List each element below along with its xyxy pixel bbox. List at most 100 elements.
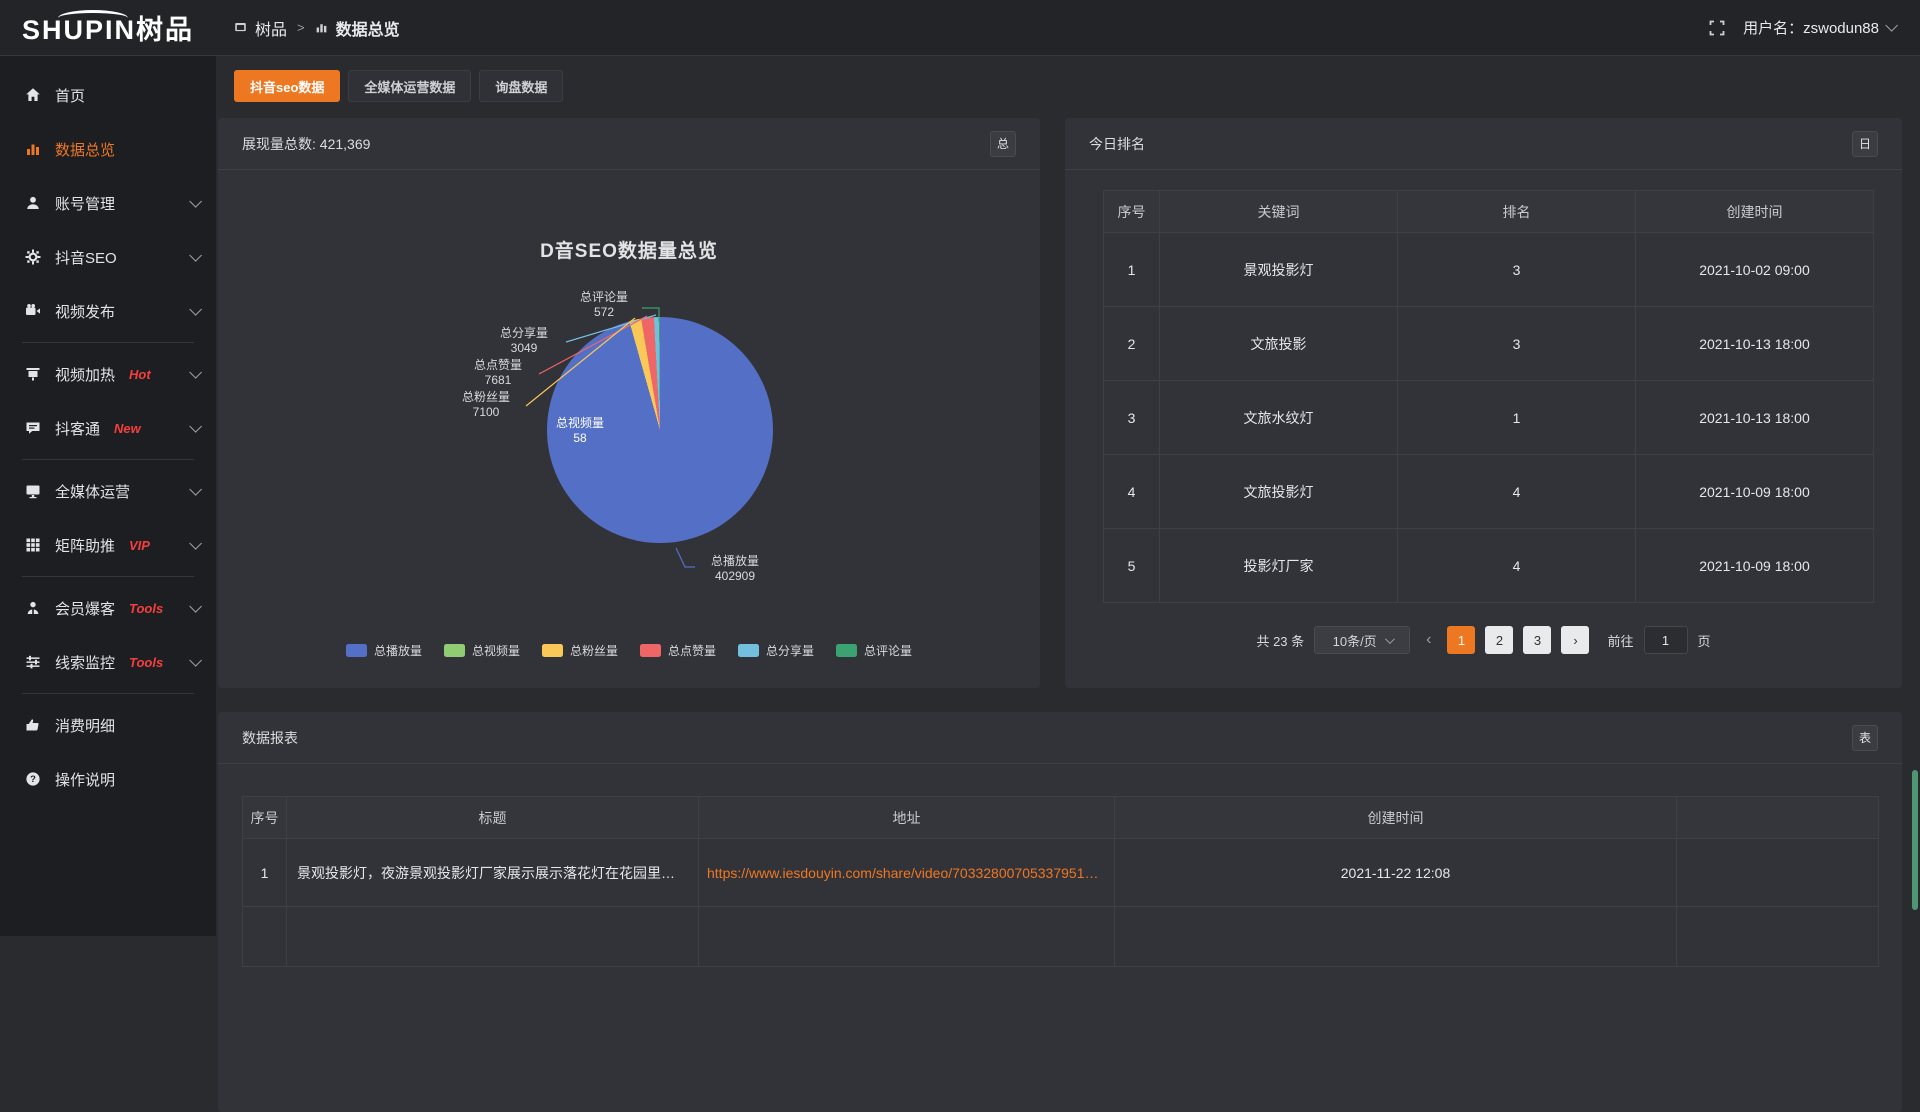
sliders-icon	[24, 654, 41, 670]
sidebar-item-label: 抖客通	[55, 418, 100, 439]
page-button-3[interactable]: 3	[1523, 626, 1551, 654]
pagination: 共 23 条 10条/页 ‹ 1 2 3 › 前往 页	[1065, 626, 1902, 654]
sidebar-item-data-overview[interactable]: 数据总览	[0, 122, 216, 176]
sidebar-item-home[interactable]: 首页	[0, 68, 216, 122]
user-icon	[24, 195, 41, 211]
table-row[interactable]: 4文旅投影灯 42021-10-09 18:00	[1104, 455, 1874, 529]
page-button-1[interactable]: 1	[1447, 626, 1475, 654]
col-keyword: 关键词	[1160, 191, 1398, 233]
col-created: 创建时间	[1636, 191, 1874, 233]
table-row[interactable]: 1 景观投影灯，夜游景观投影灯厂家展示展示落花灯在花园里的灯光投影应用效果 # …	[243, 839, 1879, 907]
sidebar-item-doukuotong[interactable]: 抖客通 New	[0, 401, 216, 455]
question-icon: ?	[24, 771, 41, 787]
sidebar-item-label: 首页	[55, 85, 85, 106]
hot-tag: Hot	[129, 367, 151, 382]
pie-label-likes: 总点赞量7681	[458, 358, 538, 388]
chevron-down-icon	[189, 195, 202, 208]
legend-item-plays[interactable]: 总播放量	[346, 642, 422, 659]
legend-item-videos[interactable]: 总视频量	[444, 642, 520, 659]
report-panel-header: 数据报表 表	[218, 712, 1902, 764]
sidebar-item-help[interactable]: ? 操作说明	[0, 752, 216, 806]
report-title-cell: 景观投影灯，夜游景观投影灯厂家展示展示落花灯在花园里的灯光投影应用效果 #	[287, 839, 699, 907]
sidebar-item-video-heat[interactable]: 视频加热 Hot	[0, 347, 216, 401]
chevron-down-icon	[189, 654, 202, 667]
sidebar-item-label: 会员爆客	[55, 598, 115, 619]
bar-chart-icon	[24, 141, 41, 157]
rank-panel-header: 今日排名 日	[1065, 118, 1902, 170]
breadcrumb-current: 数据总览	[336, 16, 400, 40]
page-size-select[interactable]: 10条/页	[1314, 626, 1410, 654]
chevron-down-icon	[189, 249, 202, 262]
vertical-scrollbar-thumb[interactable]	[1912, 770, 1918, 910]
table-row[interactable]: 5投影灯厂家 42021-10-09 18:00	[1104, 529, 1874, 603]
report-table: 序号 标题 地址 创建时间 1 景观投影灯，夜游景观投影灯厂家展示展示落花灯在花…	[242, 796, 1879, 967]
goto-suffix: 页	[1698, 631, 1711, 650]
sidebar-item-matrix-boost[interactable]: 矩阵助推 VIP	[0, 518, 216, 572]
chevron-down-icon	[189, 366, 202, 379]
app-window-icon	[234, 21, 247, 34]
chevron-down-icon	[189, 303, 202, 316]
chart-title: D音SEO数据量总览	[218, 236, 1040, 263]
tab-omni-media-data[interactable]: 全媒体运营数据	[348, 70, 471, 102]
next-page-button[interactable]: ›	[1561, 626, 1589, 654]
sidebar-item-accounts[interactable]: 账号管理	[0, 176, 216, 230]
legend-swatch	[444, 644, 465, 657]
sidebar-item-lead-monitor[interactable]: 线索监控 Tools	[0, 635, 216, 689]
sidebar-item-video-publish[interactable]: 视频发布	[0, 284, 216, 338]
pie-label-videos: 总视频量58	[540, 416, 620, 446]
table-row[interactable]: 3文旅水纹灯 12021-10-13 18:00	[1104, 381, 1874, 455]
sidebar-item-label: 操作说明	[55, 769, 115, 790]
table-header-row: 序号 标题 地址 创建时间	[243, 797, 1879, 839]
username[interactable]: 用户名：zswodun88	[1743, 17, 1894, 38]
bar-chart-icon	[315, 21, 328, 34]
legend-label: 总点赞量	[668, 642, 716, 659]
pie-label-shares: 总分享量3049	[484, 326, 564, 356]
tab-inquiry-data[interactable]: 询盘数据	[479, 70, 563, 102]
breadcrumb-root[interactable]: 树品	[255, 16, 287, 40]
grid-icon	[24, 537, 41, 553]
legend-swatch	[346, 644, 367, 657]
page-button-2[interactable]: 2	[1485, 626, 1513, 654]
prev-page-button[interactable]: ‹	[1420, 631, 1437, 649]
mode-table-button[interactable]: 表	[1852, 725, 1878, 751]
col-title: 标题	[287, 797, 699, 839]
overview-total: 展现量总数: 421,369	[242, 134, 370, 154]
table-row[interactable]: 1景观投影灯 32021-10-02 09:00	[1104, 233, 1874, 307]
fullscreen-icon[interactable]	[1709, 20, 1725, 36]
sidebar-divider	[22, 576, 194, 577]
topbar-right: 用户名：zswodun88	[1709, 17, 1920, 38]
sidebar-item-label: 抖音SEO	[55, 247, 117, 268]
sidebar-item-omni-media[interactable]: 全媒体运营	[0, 464, 216, 518]
sidebar-item-douyin-seo[interactable]: 抖音SEO	[0, 230, 216, 284]
sidebar-divider	[22, 459, 194, 460]
goto-label: 前往	[1607, 631, 1633, 650]
legend-label: 总视频量	[472, 642, 520, 659]
legend-item-fans[interactable]: 总粉丝量	[542, 642, 618, 659]
goto-page-input[interactable]	[1644, 626, 1688, 654]
vip-tag: VIP	[129, 538, 150, 553]
sidebar-divider	[22, 693, 194, 694]
sidebar-item-label: 视频加热	[55, 364, 115, 385]
tools-tag: Tools	[129, 601, 163, 616]
overview-panel: 展现量总数: 421,369 总 D音SEO数据量总览 总评论量572 总分享量…	[218, 118, 1040, 688]
legend-item-likes[interactable]: 总点赞量	[640, 642, 716, 659]
sidebar-item-spend-detail[interactable]: 消费明细	[0, 698, 216, 752]
tab-douyin-seo-data[interactable]: 抖音seo数据	[234, 70, 340, 102]
chart-legend: 总播放量 总视频量 总粉丝量 总点赞量 总分享量 总评论量	[218, 642, 1040, 659]
sidebar-item-member-burst[interactable]: 会员爆客 Tools	[0, 581, 216, 635]
legend-swatch	[836, 644, 857, 657]
table-row[interactable]: 2文旅投影 32021-10-13 18:00	[1104, 307, 1874, 381]
screen-icon	[24, 366, 41, 382]
mode-total-button[interactable]: 总	[990, 131, 1016, 157]
legend-item-comments[interactable]: 总评论量	[836, 642, 912, 659]
legend-item-shares[interactable]: 总分享量	[738, 642, 814, 659]
pagination-total: 共 23 条	[1256, 631, 1304, 650]
chat-icon	[24, 420, 41, 436]
sidebar-divider	[22, 342, 194, 343]
chevron-down-icon	[189, 600, 202, 613]
mode-day-button[interactable]: 日	[1852, 131, 1878, 157]
report-url-link[interactable]: https://www.iesdouyin.com/share/video/70…	[699, 839, 1115, 907]
sidebar-item-label: 数据总览	[55, 139, 115, 160]
legend-label: 总评论量	[864, 642, 912, 659]
col-created: 创建时间	[1115, 797, 1677, 839]
